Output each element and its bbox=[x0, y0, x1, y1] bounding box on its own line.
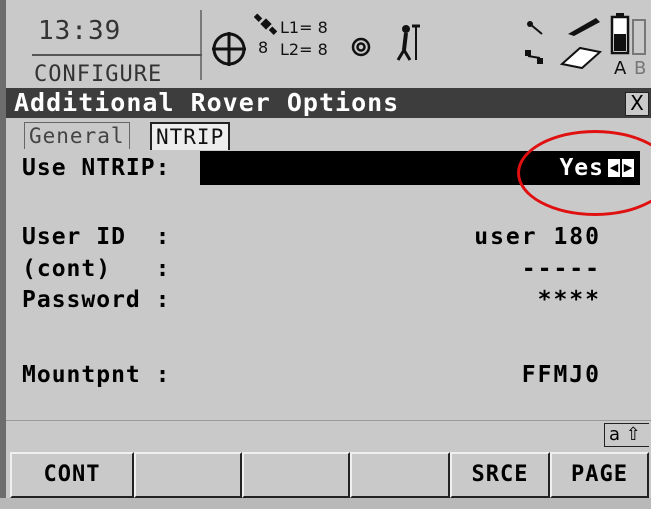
status-icons: 8 L1= 8 L2= 8 A B bbox=[204, 8, 647, 84]
srce-softkey[interactable]: SRCE bbox=[450, 452, 550, 498]
input-mode-indicator: a ⇧ bbox=[604, 423, 649, 447]
time-mode-box: 13:39 CONFIGURE bbox=[20, 10, 202, 87]
clock-divider bbox=[32, 54, 202, 56]
satellite-count: 8 bbox=[258, 38, 269, 57]
mountpoint-label: Mountpnt : bbox=[22, 362, 171, 388]
password-value[interactable]: **** bbox=[538, 287, 601, 313]
status-bar: 13:39 CONFIGURE 8 L1= 8 L2= 8 A B bbox=[6, 0, 651, 88]
crosshair-icon bbox=[212, 32, 246, 66]
softkey-bar: CONT SRCE PAGE bbox=[6, 448, 651, 498]
use-ntrip-label: Use NTRIP: bbox=[22, 155, 171, 181]
softkey-4[interactable] bbox=[350, 452, 450, 498]
tab-general[interactable]: General bbox=[24, 122, 130, 149]
at-icon bbox=[351, 37, 371, 57]
cont-label: (cont) : bbox=[22, 256, 171, 282]
battery-a-label: A bbox=[614, 58, 627, 79]
password-label: Password : bbox=[22, 287, 171, 313]
mode-label: CONFIGURE bbox=[34, 62, 163, 87]
mountpoint-value[interactable]: FFMJ0 bbox=[522, 362, 601, 388]
cont-softkey[interactable]: CONT bbox=[10, 452, 134, 498]
password-row[interactable]: Password : **** bbox=[6, 287, 651, 323]
satellite-icon bbox=[254, 13, 278, 35]
page-title: Additional Rover Options bbox=[14, 88, 400, 117]
user-id-value[interactable]: user 180 bbox=[474, 224, 601, 250]
page-softkey[interactable]: PAGE bbox=[550, 452, 649, 498]
l2-count: L2= 8 bbox=[280, 40, 328, 59]
mountpoint-row[interactable]: Mountpnt : FFMJ0 bbox=[6, 362, 651, 398]
user-id-label: User ID : bbox=[22, 224, 171, 250]
softkey-3[interactable] bbox=[242, 452, 350, 498]
user-id-row[interactable]: User ID : user 180 bbox=[6, 224, 651, 260]
close-button[interactable]: X bbox=[625, 92, 649, 116]
input-status-line: a ⇧ bbox=[6, 420, 651, 447]
bottom-edge bbox=[0, 498, 651, 509]
l1-count: L1= 8 bbox=[280, 18, 328, 37]
network-icon bbox=[525, 50, 543, 64]
device-screen: 13:39 CONFIGURE 8 L1= 8 L2= 8 A B Additi… bbox=[0, 0, 651, 509]
highlight-circle bbox=[517, 130, 651, 216]
rover-person-icon bbox=[396, 24, 420, 61]
cont-value[interactable]: ----- bbox=[522, 256, 601, 282]
battery-b-icon bbox=[632, 19, 646, 55]
clock: 13:39 bbox=[38, 16, 122, 46]
radio-link-icon bbox=[527, 21, 543, 35]
softkey-2[interactable] bbox=[134, 452, 242, 498]
pen-icon bbox=[568, 18, 600, 36]
memory-card-icon bbox=[559, 46, 602, 70]
title-bar: Additional Rover Options X bbox=[6, 88, 651, 118]
battery-b-label: B bbox=[634, 58, 647, 79]
tab-ntrip[interactable]: NTRIP bbox=[150, 122, 231, 150]
battery-icon bbox=[610, 13, 630, 55]
